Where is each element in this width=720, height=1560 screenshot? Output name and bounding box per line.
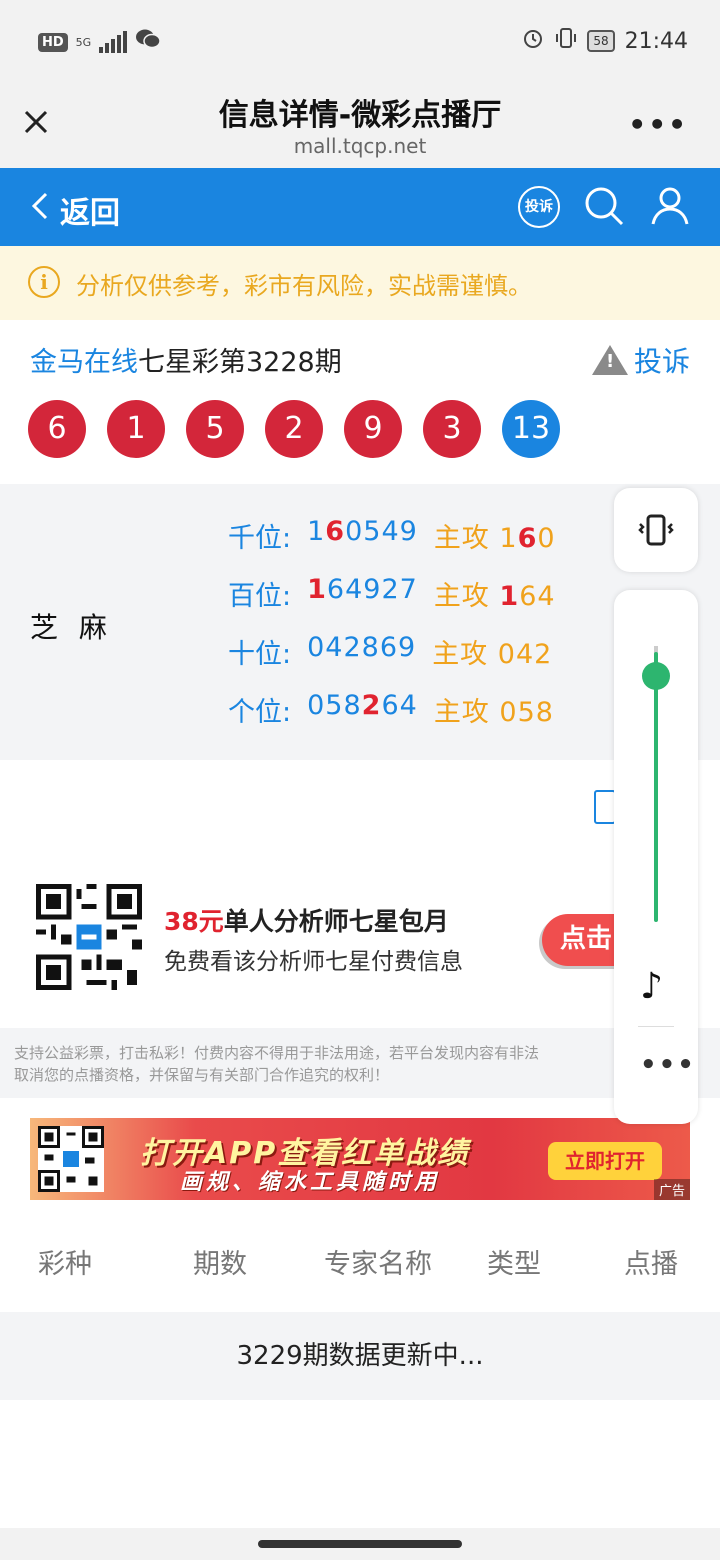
notice-text: 分析仅供参考，彩市有风险，实战需谨慎。 [76, 272, 532, 300]
user-icon[interactable] [648, 184, 692, 232]
lottery-title: 金马在线七星彩第3228期 [30, 340, 342, 379]
analysis-row: 十位: 042869 主攻 042 [228, 632, 556, 690]
number-ball: 2 [265, 400, 323, 458]
position-numbers: 042869 [307, 632, 417, 663]
battery-icon: 58 [587, 30, 615, 52]
main-attack: 主攻 058 [433, 697, 554, 728]
qr-code-icon [36, 884, 142, 990]
analysis-row: 千位: 160549 主攻 160 [228, 516, 556, 574]
col-expert: 专家名称 [324, 1249, 432, 1280]
qr-code-icon [38, 1126, 104, 1192]
position-numbers: 164927 [307, 574, 418, 605]
number-ball: 1 [107, 400, 165, 458]
wechat-icon [135, 28, 161, 56]
more-menu-icon[interactable]: ••• [628, 108, 688, 141]
winning-numbers: 6 1 5 2 9 3 13 [28, 400, 560, 458]
volume-slider[interactable] [654, 652, 658, 922]
ad-tag: 广告 [653, 1179, 690, 1200]
more-options-icon[interactable]: ••• [640, 1050, 696, 1080]
document-icon[interactable] [594, 790, 616, 824]
vibrate-icon [555, 26, 577, 56]
analysis-block: 芝 麻 千位: 160549 主攻 160 百位: 164927 主攻 164 … [0, 484, 720, 760]
status-bar: HD 5G 58 21:44 [0, 0, 720, 78]
table-header: 彩种 期数 专家名称 类型 点播 [0, 1230, 720, 1300]
browser-title-bar: 信息详情-微彩点播厅 mall.tqcp.net ••• [0, 78, 720, 168]
analyst-name: 芝 麻 [30, 611, 113, 644]
lottery-source[interactable]: 金马在线 [30, 347, 138, 378]
analysis-row: 个位: 058264 主攻 058 [228, 690, 556, 748]
number-ball: 5 [186, 400, 244, 458]
volume-panel: ♪ ••• [614, 590, 698, 1124]
col-issue: 期数 [193, 1249, 247, 1280]
main-attack: 主攻 160 [433, 523, 556, 554]
back-button[interactable]: 返回 [30, 188, 120, 232]
number-ball: 9 [344, 400, 402, 458]
position-label: 十位: [228, 639, 292, 670]
position-label: 百位: [228, 581, 292, 612]
col-play: 点播 [624, 1249, 678, 1280]
home-indicator[interactable] [258, 1540, 462, 1548]
promo-price: 38元 [164, 907, 224, 936]
number-ball: 6 [28, 400, 86, 458]
complaint-button[interactable]: 投诉 [518, 186, 560, 228]
promo-title: 38元单人分析师七星包月 [164, 907, 449, 936]
col-type: 类型 [487, 1249, 541, 1280]
position-label: 个位: [228, 697, 292, 728]
vibrate-icon [636, 510, 676, 554]
main-attack: 主攻 042 [432, 639, 553, 670]
report-label: 投诉 [633, 345, 690, 378]
status-right: 58 21:44 [521, 26, 688, 56]
position-numbers: 058264 [307, 690, 418, 721]
network-label: 5G [75, 35, 92, 49]
status-left: HD 5G [38, 28, 161, 56]
music-note-icon[interactable]: ♪ [640, 966, 663, 1007]
disclaimer: 支持公益彩票，打击私彩！付费内容不得用于非法用途，若平台发现内容有非法 取消您的… [0, 1028, 720, 1098]
risk-notice: i 分析仅供参考，彩市有风险，实战需谨慎。 [0, 246, 720, 320]
vibrate-toggle-button[interactable] [614, 488, 698, 572]
ad-subline: 画规、缩水工具随时用 [180, 1170, 441, 1195]
nav-bar: 返回 投诉 [0, 168, 720, 246]
update-status: 3229期数据更新中... [0, 1312, 720, 1400]
lottery-issue: 七星彩第3228期 [138, 347, 342, 378]
number-ball: 3 [423, 400, 481, 458]
alarm-icon [521, 26, 545, 56]
analysis-row: 百位: 164927 主攻 164 [228, 574, 556, 632]
signal-icon [99, 31, 128, 53]
col-lottery-type: 彩种 [38, 1249, 92, 1280]
open-app-button[interactable]: 立即打开 [548, 1142, 662, 1180]
analysis-rows: 千位: 160549 主攻 160 百位: 164927 主攻 164 十位: … [228, 516, 556, 748]
app-ad-banner[interactable]: 打开APP查看红单战绩 画规、缩水工具随时用 立即打开 广告 [30, 1118, 690, 1200]
page-url: mall.tqcp.net [293, 134, 427, 158]
hd-badge: HD [38, 32, 68, 52]
special-number-ball: 13 [502, 400, 560, 458]
report-button[interactable]: ! 投诉 [591, 340, 690, 380]
info-icon: i [28, 266, 60, 298]
position-numbers: 160549 [307, 516, 418, 547]
warning-icon: ! [591, 345, 628, 375]
main-attack: 主攻 164 [433, 581, 556, 612]
volume-slider-knob[interactable] [642, 662, 670, 690]
clock: 21:44 [624, 28, 688, 54]
search-icon[interactable] [582, 184, 626, 232]
chevron-left-icon [30, 191, 50, 229]
promo-subtitle: 免费看该分析师七星付费信息 [164, 949, 463, 975]
position-label: 千位: [228, 523, 292, 554]
back-label: 返回 [60, 196, 120, 231]
page-title: 信息详情-微彩点播厅 [218, 98, 502, 133]
